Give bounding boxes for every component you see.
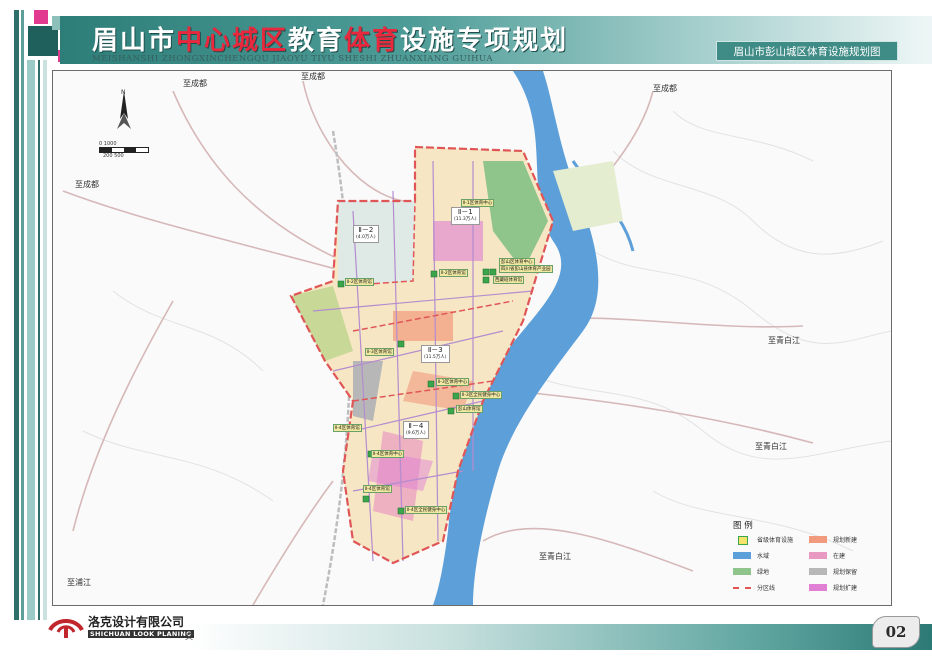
place-label-chengdu-north: 至成都 — [183, 79, 207, 88]
facility-label[interactable]: Ⅱ-3区全民健身中心 — [460, 391, 503, 399]
facility-label[interactable]: Ⅱ-2区体育馆 — [345, 278, 374, 286]
legend-swatch — [809, 568, 827, 575]
map-subtitle: 眉山市彭山城区体育设施规划图 — [733, 46, 881, 58]
map-frame[interactable]: 至成都 至成都 至成都 至成都 至青白江 至青白江 至青白江 至浦江 N 0 1… — [52, 70, 892, 606]
footer-band — [190, 624, 932, 650]
place-label-chengdu-top: 至成都 — [301, 72, 325, 81]
scale-text-bottom: 200 500 — [103, 153, 124, 159]
legend-swatch — [809, 552, 827, 559]
facility-label[interactable]: Ⅱ-4区体育中心 — [371, 450, 405, 458]
facility-label[interactable]: 西藏班体育馆 — [493, 276, 524, 284]
company-name: 洛克设计有限公司 — [88, 615, 185, 629]
facility-label[interactable]: Ⅱ-4区体育馆 — [363, 485, 392, 493]
footer: 洛克设计有限公司 SHICHUAN LOOK PLANING 文 02 — [0, 604, 932, 662]
legend-title: 图 例 — [733, 521, 753, 531]
page-title: 眉山市中心城区教育体育设施专项规划 — [92, 26, 569, 56]
footer-tail-text: 文 — [185, 632, 193, 641]
district-label-ii-3: Ⅱ－3 (11.5万人) — [421, 345, 450, 363]
place-label-qingbaijiang-1: 至青白江 — [768, 336, 800, 345]
facility-label[interactable]: Ⅱ-2区体育馆 — [439, 269, 468, 277]
header: 眉山市中心城区教育体育设施专项规划 MEISHANSHI ZHONGXINCHE… — [0, 0, 932, 70]
north-label: N — [121, 89, 126, 96]
place-label-qingbaijiang-3: 至青白江 — [539, 552, 571, 561]
legend-swatch — [809, 536, 827, 543]
left-decorative-bars — [0, 60, 52, 620]
facility-label[interactable]: Ⅱ-3区体育馆 — [365, 348, 394, 356]
facility-label[interactable]: Ⅱ-4区体育馆 — [333, 424, 362, 432]
district-label-ii-1: Ⅱ－1 (11.3万人) — [451, 207, 480, 225]
legend-swatch — [733, 568, 751, 575]
legend-swatch — [738, 536, 748, 545]
district-label-ii-4: Ⅱ－4 (9.6万人) — [403, 421, 429, 439]
facility-label[interactable]: 彭山体育馆 — [456, 405, 483, 413]
company-logo-icon — [48, 619, 84, 638]
facility-label[interactable]: Ⅱ-1区体育中心 — [461, 199, 495, 207]
company-name-en: SHICHUAN LOOK PLANING — [88, 630, 194, 638]
scale-text-top: 0 1000 — [99, 141, 117, 147]
place-label-chengdu-ne: 至成都 — [653, 84, 677, 93]
place-label-chengdu-west: 至成都 — [75, 180, 99, 189]
facility-label[interactable]: Ⅱ-3区体育中心 — [436, 378, 470, 386]
facility-label[interactable]: 四川省彭山县体育产业园 — [499, 265, 553, 273]
facility-label[interactable]: Ⅱ-4区全民健身中心 — [405, 506, 448, 514]
map-legend: 图 例 省级体育设施 规划新建 水域 在建 绿地 规划保留 分区线 规划扩建 — [733, 521, 858, 592]
legend-swatch — [733, 587, 751, 589]
district-label-ii-2: Ⅱ－2 (4.0万人) — [353, 225, 379, 243]
page-number: 02 — [872, 616, 920, 648]
legend-swatch — [733, 552, 751, 559]
place-label-pujiang: 至浦江 — [67, 578, 91, 587]
subtitle-box: 眉山市彭山城区体育设施规划图 — [716, 41, 898, 61]
place-label-qingbaijiang-2: 至青白江 — [755, 442, 787, 451]
legend-swatch — [809, 584, 827, 591]
title-pinyin: MEISHANSHI ZHONGXINCHENGQU JIAOYU TIYU S… — [92, 54, 494, 64]
